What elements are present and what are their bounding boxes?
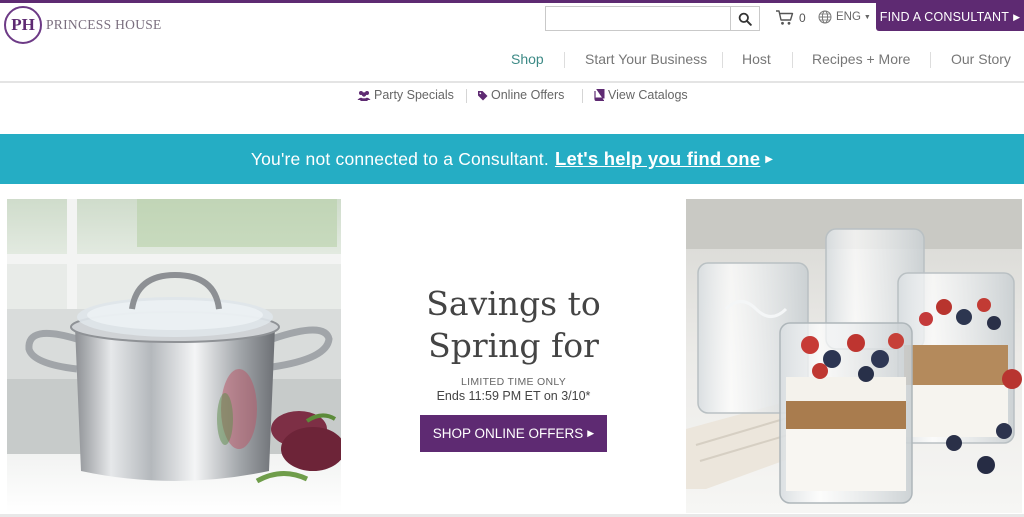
users-icon [357, 90, 371, 101]
sub-nav-party-specials[interactable]: Party Specials [357, 88, 454, 102]
promo-panel: Savings to Spring for LIMITED TIME ONLY … [341, 199, 686, 513]
logo-wordmark: PRINCESS HOUSE [46, 17, 162, 32]
search-button[interactable] [730, 7, 759, 30]
cart-icon [776, 10, 794, 25]
nav-divider [722, 52, 723, 68]
stockpot-product-image[interactable] [7, 199, 341, 513]
logo-monogram: PH [4, 6, 42, 44]
language-selector[interactable]: ENG ▼ [818, 10, 871, 24]
nav-divider [792, 52, 793, 68]
consultant-banner-text: You're not connected to a Consultant. [250, 148, 549, 169]
promo-title-line-1: Savings to [426, 284, 601, 323]
find-consultant-label: FIND A CONSULTANT [879, 10, 1010, 24]
chevron-down-icon: ▼ [863, 13, 871, 21]
nav-divider [930, 52, 931, 68]
find-consultant-link[interactable]: Let's help you find one [555, 148, 760, 170]
find-consultant-button[interactable]: FIND A CONSULTANT ▶ [876, 3, 1024, 31]
shop-online-offers-label: SHOP ONLINE OFFERS [432, 426, 584, 441]
nav-item-shop[interactable]: Shop [511, 51, 544, 67]
nav-divider-line [0, 81, 1024, 83]
nav-item-host[interactable]: Host [742, 51, 771, 67]
search-box [545, 6, 760, 31]
language-label: ENG [836, 11, 861, 23]
sub-nav-label: Party Specials [374, 88, 454, 102]
sub-nav-divider [466, 89, 467, 103]
cart-button[interactable]: 0 [775, 9, 806, 26]
main-nav: Shop Start Your Business Host Recipes + … [0, 51, 1024, 69]
search-icon [738, 12, 752, 26]
nav-item-our-story[interactable]: Our Story [951, 51, 1011, 67]
promo-title: Savings to Spring for [341, 283, 686, 367]
tag-icon [478, 90, 488, 100]
consultant-banner: You're not connected to a Consultant. Le… [0, 134, 1024, 184]
promo-limited-time: LIMITED TIME ONLY [460, 376, 567, 388]
sub-nav-label: View Catalogs [608, 88, 688, 102]
sub-nav-label: Online Offers [491, 88, 565, 102]
sub-nav: Party Specials Online Offers View Catalo… [0, 88, 1024, 104]
princess-house-logo[interactable]: PH PRINCESS HOUSE [4, 6, 162, 44]
globe-icon [818, 10, 832, 24]
sub-nav-online-offers[interactable]: Online Offers [477, 88, 564, 102]
shop-online-offers-button[interactable]: SHOP ONLINE OFFERS ▶ [420, 415, 607, 452]
top-accent-bar [0, 0, 1024, 3]
caret-right-icon: ▶ [765, 153, 774, 165]
nav-item-recipes-more[interactable]: Recipes + More [812, 51, 910, 67]
parfait-glasses-image[interactable] [686, 199, 1022, 513]
promo-end-date: Ends 11:59 PM ET on 3/10* [436, 389, 591, 403]
cart-count: 0 [799, 10, 806, 25]
promo-title-line-2: Spring for [428, 326, 599, 365]
book-icon [594, 89, 605, 101]
sub-nav-view-catalogs[interactable]: View Catalogs [594, 88, 688, 102]
search-input[interactable] [546, 7, 731, 30]
nav-item-start-your-business[interactable]: Start Your Business [585, 51, 707, 67]
caret-right-icon: ▶ [587, 428, 595, 438]
sub-nav-divider [582, 89, 583, 103]
nav-divider [564, 52, 565, 68]
caret-right-icon: ▶ [1013, 11, 1021, 22]
